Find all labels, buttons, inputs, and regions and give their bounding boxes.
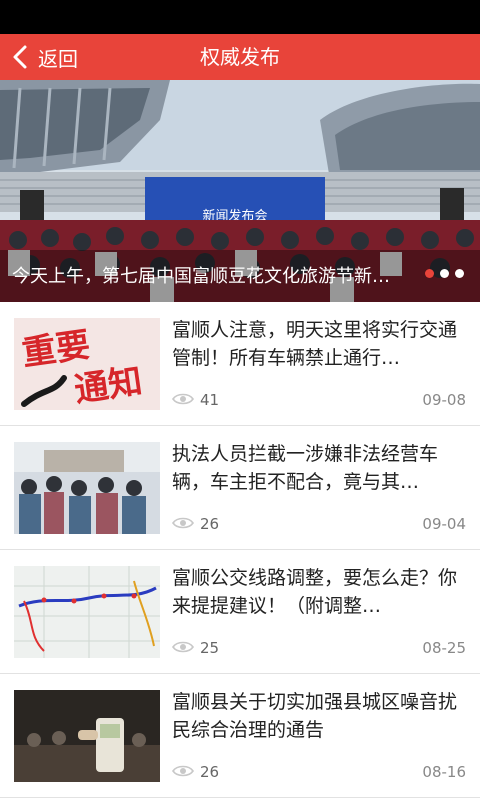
news-date: 08-16 [422, 763, 466, 781]
news-item[interactable]: 重要 通知 富顺人注意，明天这里将实行交通管制！所有车辆禁止通行… 41 09-… [0, 302, 480, 426]
carousel-dot-2[interactable] [440, 269, 449, 278]
banner-caption-bar: 今天上午，第七届中国富顺豆花文化旅游节新闻发布会 [0, 250, 480, 302]
news-item[interactable]: 执法人员拦截一涉嫌非法经营车辆，车主拒不配合，竟与其… 26 09-04 [0, 426, 480, 550]
carousel-indicator [425, 269, 464, 278]
status-bar [0, 0, 480, 34]
page-title: 权威发布 [200, 45, 280, 69]
view-count: 26 [200, 515, 220, 533]
eye-icon [172, 641, 194, 653]
view-count: 25 [200, 639, 220, 657]
news-list: 重要 通知 富顺人注意，明天这里将实行交通管制！所有车辆禁止通行… 41 09-… [0, 302, 480, 798]
view-count: 26 [200, 763, 220, 781]
news-thumbnail [14, 690, 160, 782]
eye-icon [172, 765, 194, 777]
carousel-dot-1[interactable] [425, 269, 434, 278]
news-thumbnail [14, 566, 160, 658]
carousel-dot-3[interactable] [455, 269, 464, 278]
news-date: 08-25 [422, 639, 466, 657]
news-thumbnail: 重要 通知 [14, 318, 160, 410]
news-thumbnail [14, 442, 160, 534]
news-title: 富顺公交线路调整，要怎么走？你来提提建议！（附调整… [172, 567, 458, 617]
news-item[interactable]: 富顺公交线路调整，要怎么走？你来提提建议！（附调整… 25 08-25 [0, 550, 480, 674]
view-count: 41 [200, 391, 220, 409]
news-item[interactable]: 富顺县关于切实加强县城区噪音扰民综合治理的通告 26 08-16 [0, 674, 480, 798]
banner-carousel[interactable]: 新闻发布会 今天上午，第七届中国富顺豆花文化旅游节新闻发布会 [0, 80, 480, 302]
banner-caption: 今天上午，第七届中国富顺豆花文化旅游节新闻发布会 [12, 266, 407, 287]
news-date: 09-04 [422, 515, 466, 533]
news-date: 09-08 [422, 391, 466, 409]
news-title: 富顺人注意，明天这里将实行交通管制！所有车辆禁止通行… [172, 319, 458, 369]
eye-icon [172, 393, 194, 405]
news-title: 富顺县关于切实加强县城区噪音扰民综合治理的通告 [172, 691, 458, 741]
eye-icon [172, 517, 194, 529]
news-title: 执法人员拦截一涉嫌非法经营车辆，车主拒不配合，竟与其… [172, 443, 439, 493]
top-navigation-bar: 返回 权威发布 [0, 34, 480, 80]
